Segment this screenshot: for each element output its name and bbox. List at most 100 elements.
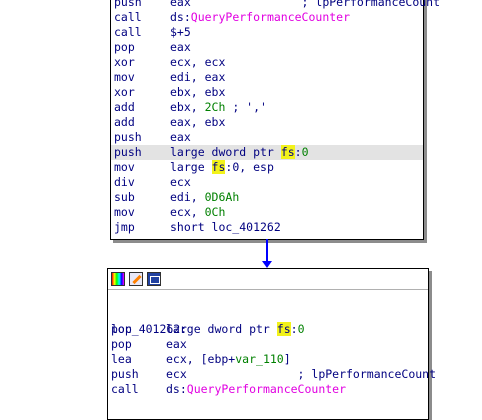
operand-text: short loc_401262 [170, 220, 281, 234]
code-line[interactable]: mov large fs:0, esp [111, 160, 423, 175]
block-header [108, 269, 428, 290]
mnemonic: div [114, 175, 135, 189]
mnemonic: xor [114, 55, 135, 69]
mnemonic: jmp [114, 220, 135, 234]
immediate-value: 0 [297, 322, 305, 336]
mnemonic: mov [114, 205, 135, 219]
operands: ds:QueryPerformanceCounter [166, 382, 346, 397]
code-block-2[interactable]: loc_401262: pop large dword ptr fs:0 pop ea… [107, 268, 436, 420]
rename-icon[interactable] [129, 272, 143, 286]
immediate-value: 0Ch [204, 205, 226, 219]
code-line[interactable]: call ds:QueryPerformanceCounter [108, 382, 428, 397]
immediate-value: 2Ch [204, 100, 226, 114]
code-line[interactable]: pop large dword ptr fs:0 [108, 322, 428, 337]
operands: eax, ebx [170, 115, 225, 130]
operand-text: ebx, ebx [170, 85, 226, 99]
operand-text: ecx, [170, 205, 205, 219]
mnemonic: call [111, 382, 139, 396]
code-line[interactable]: call $+5 [111, 25, 423, 40]
operand-text: ecx ; lpPerformanceCount [166, 367, 437, 381]
import-name: QueryPerformanceCounter [186, 382, 347, 396]
flow-edge [266, 239, 268, 263]
operands: edi, eax [170, 70, 225, 85]
operand-text: ; ',' [225, 100, 267, 114]
code-line[interactable]: push large dword ptr fs:0 [111, 145, 423, 160]
operand-text: edi, eax [170, 70, 226, 84]
highlighted-token: fs [276, 322, 291, 336]
mnemonic: add [114, 115, 135, 129]
operands: large dword ptr fs:0 [166, 322, 305, 337]
code-line[interactable]: mov ecx, 0Ch [111, 205, 423, 220]
highlighted-token: fs [211, 160, 226, 174]
code-line[interactable]: pop eax [111, 40, 423, 55]
operands: ecx ; lpPerformanceCount [166, 367, 436, 382]
code-block-1[interactable]: push eax ; lpPerformanceCount call ds:Query… [110, 0, 440, 240]
operand-text: ecx, ecx [170, 55, 226, 69]
immediate-value: var_110 [235, 352, 284, 366]
mnemonic: mov [114, 160, 135, 174]
operands: ecx, ecx [170, 55, 225, 70]
operands: eax [170, 40, 191, 55]
code-line[interactable]: push ecx ; lpPerformanceCount [108, 367, 436, 382]
operand-text: ] [283, 352, 291, 366]
mnemonic: push [114, 0, 142, 9]
code-line[interactable]: lea ecx, [ebp+var_110] [108, 352, 428, 367]
mnemonic: xor [114, 85, 135, 99]
operands: ecx [170, 175, 191, 190]
immediate-value: 0D6Ah [204, 190, 240, 204]
operand-text: large dword ptr [170, 145, 281, 159]
operand-text: eax [170, 130, 191, 144]
code-line[interactable]: xor ecx, ecx [111, 55, 423, 70]
mnemonic: sub [114, 190, 135, 204]
mnemonic: call [114, 25, 142, 39]
operands: eax [170, 130, 191, 145]
code-line[interactable]: xor ebx, ebx [111, 85, 423, 100]
mnemonic: pop [111, 337, 132, 351]
operand-text: : [294, 145, 302, 159]
operand-text: ebx, [170, 100, 205, 114]
mnemonic: pop [114, 40, 135, 54]
operand-text: eax, ebx [170, 115, 226, 129]
operand-text: eax [170, 40, 191, 54]
operands: eax ; lpPerformanceCount [170, 0, 440, 10]
code-line[interactable]: div ecx [111, 175, 423, 190]
code-line[interactable]: mov edi, eax [111, 70, 423, 85]
operands: ds:QueryPerformanceCounter [170, 10, 350, 25]
code-line[interactable]: call ds:QueryPerformanceCounter [111, 10, 423, 25]
code-line[interactable]: add eax, ebx [111, 115, 423, 130]
operand-text: :0, esp [225, 160, 274, 174]
operand-text: $+5 [170, 25, 191, 39]
mnemonic: call [114, 10, 142, 24]
operands: $+5 [170, 25, 191, 40]
operands: ebx, 2Ch ; ',' [170, 100, 267, 115]
operand-text: ecx, [ebp+ [166, 352, 236, 366]
flow-arrow-head [262, 261, 272, 268]
operand-text: ds: [166, 382, 187, 396]
code-line[interactable]: sub edi, 0D6Ah [111, 190, 423, 205]
operand-text: large [170, 160, 212, 174]
operands: large fs:0, esp [170, 160, 274, 175]
operand-text: large dword ptr [166, 322, 277, 336]
mnemonic: mov [114, 70, 135, 84]
highlighted-token: fs [280, 145, 295, 159]
code-line[interactable]: jmp short loc_401262 [111, 220, 423, 235]
graph-view-icon[interactable] [147, 272, 161, 286]
operand-text: ecx [170, 175, 191, 189]
code-line[interactable]: push eax [111, 130, 423, 145]
mnemonic: add [114, 100, 135, 114]
code-line[interactable]: pop eax [108, 337, 428, 352]
mnemonic: pop [111, 322, 132, 336]
operands: ecx, 0Ch [170, 205, 225, 220]
mnemonic: push [114, 130, 142, 144]
code-label[interactable]: loc_401262: [108, 307, 428, 336]
code-line[interactable]: add ebx, 2Ch ; ',' [111, 100, 423, 115]
operand-text: ds: [170, 10, 191, 24]
operands: short loc_401262 [170, 220, 281, 235]
mnemonic: push [114, 145, 142, 159]
operand-text: edi, [170, 190, 205, 204]
code-line[interactable]: push eax ; lpPerformanceCount [111, 0, 440, 10]
immediate-value: 0 [301, 145, 309, 159]
operand-text: : [290, 322, 298, 336]
color-palette-icon[interactable] [111, 272, 125, 286]
operands: ebx, ebx [170, 85, 225, 100]
